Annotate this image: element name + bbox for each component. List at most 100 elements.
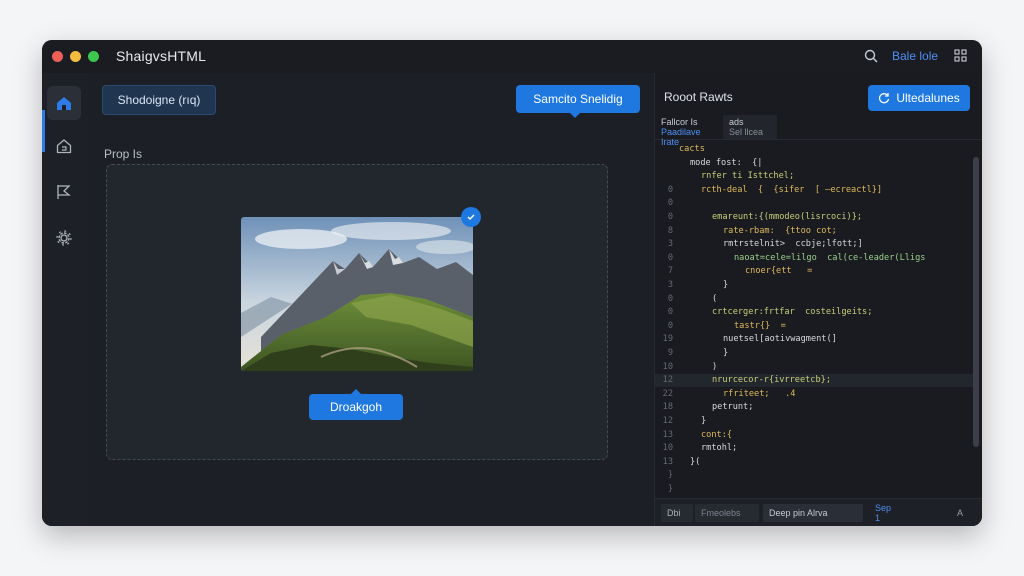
line-number: 12 (662, 375, 673, 386)
code-line[interactable]: 22 rfriteet; .4 (655, 388, 973, 401)
drop-zone[interactable]: Droakgoh (106, 164, 608, 460)
code-line[interactable]: } (655, 469, 973, 482)
code-line[interactable]: 7 cnoer{ett = (655, 265, 973, 278)
code-line[interactable]: 13 cont:{ (655, 429, 973, 442)
code-line[interactable]: 12} (655, 415, 973, 428)
mode-select-button[interactable]: Shodoigne (rıq) (102, 85, 216, 115)
tab-second-title: ads (729, 117, 744, 127)
code-text: } (723, 348, 729, 358)
sidebar-item-settings[interactable] (47, 221, 81, 255)
code-line[interactable]: 3 rmtrstelnit> ccbje;lfott;] (655, 238, 973, 251)
code-line[interactable]: 10) (655, 361, 973, 374)
flag-icon (57, 185, 71, 199)
code-line[interactable]: 13 }( (655, 456, 973, 469)
code-line[interactable]: 0 crtcerger:frtfar costeilgeits; (655, 306, 973, 319)
canvas-area: Shodoigne (rıq) Samcito Snelidig Prop Is (88, 73, 654, 526)
line-number: 8 (667, 225, 673, 236)
line-number: 10 (662, 361, 673, 372)
line-number: 13 (662, 456, 673, 467)
sidebar-active-indicator (42, 110, 45, 152)
tab-first-title: Fallcor Is (661, 117, 698, 127)
gear-icon (56, 230, 72, 246)
code-line[interactable]: 0 tastr{} = (655, 320, 973, 333)
panel-tabs: Fallcor Is Paadilave Irate ads Sel llcea (655, 115, 982, 147)
code-scrollbar[interactable] (973, 157, 979, 453)
code-text: nrurcecor-r{ivrreetcb}; (712, 375, 831, 386)
code-line[interactable]: 19 nuetsel[aotivwagment(] (655, 333, 973, 346)
code-line[interactable]: 9} (655, 347, 973, 360)
code-text: } (701, 416, 707, 426)
code-text: cont:{ (701, 429, 733, 440)
minimize-window-button[interactable] (70, 51, 81, 62)
code-line[interactable]: 8 rate-rbam: {ttoo cot; (655, 225, 973, 238)
code-editor[interactable]: cacts mode fost: {| rnfer ti Isttchel; 0 rct… (655, 143, 973, 494)
line-number: 3 (667, 239, 673, 250)
code-line[interactable]: 0 emareunt:{(mmodeo(lisrcoci)}; (655, 211, 973, 224)
code-line[interactable]: 12 nrurcecor-r{ivrreetcb}; (655, 374, 973, 388)
status-step[interactable]: Sep 1 (869, 503, 899, 523)
code-text: rfriteet; .4 (723, 388, 796, 399)
line-number: 19 (662, 334, 673, 345)
sidebar-item-home[interactable] (47, 86, 81, 120)
line-number: } (667, 484, 673, 494)
update-values-button[interactable]: Ultedalunes (868, 85, 970, 111)
sidebar-item-flag[interactable] (47, 175, 81, 209)
code-line[interactable]: 0 (655, 197, 973, 210)
code-text: }( (690, 456, 701, 467)
code-line[interactable]: 3} (655, 279, 973, 292)
line-number: 0 (667, 252, 673, 263)
maximize-window-button[interactable] (88, 51, 99, 62)
code-text: mode fost: {| (690, 157, 763, 168)
close-window-button[interactable] (52, 51, 63, 62)
code-line[interactable]: rnfer ti Isttchel; (655, 170, 973, 183)
line-number: 13 (662, 429, 673, 440)
line-number: 18 (662, 402, 673, 413)
status-format[interactable]: Fmeolebs (695, 504, 759, 522)
status-font-size[interactable]: A (951, 504, 971, 522)
settings-tooltip-button[interactable]: Samcito Snelidig (516, 85, 640, 118)
search-icon[interactable] (864, 49, 878, 63)
line-number: 0 (667, 198, 673, 209)
code-text: } (723, 280, 729, 290)
line-number: 0 (667, 293, 673, 304)
code-line[interactable]: cacts (655, 143, 973, 156)
tab-first[interactable]: Fallcor Is Paadilave Irate (655, 115, 723, 147)
code-line[interactable]: 18 petrunt; (655, 401, 973, 414)
code-text: ) (712, 361, 718, 372)
code-text: cnoer{ett = (745, 266, 813, 277)
tab-second[interactable]: ads Sel llcea (723, 115, 777, 139)
line-number: } (667, 470, 673, 481)
code-line[interactable]: } (655, 483, 973, 496)
code-text: naoat=cele=lilgo cal(ce-leader(Lligs (734, 252, 926, 263)
line-number: 10 (662, 443, 673, 454)
mountain-image[interactable] (241, 217, 473, 371)
update-values-label: Ultedalunes (896, 91, 960, 105)
image-selected-badge[interactable] (461, 207, 481, 227)
app-window: ShaigvsHTML Bale lole Shodoigne (rıq) Sa… (42, 40, 982, 526)
code-text: ( (712, 293, 718, 304)
check-icon (467, 214, 475, 221)
code-line[interactable]: 10 rmtohl; (655, 442, 973, 455)
drop-button[interactable]: Droakgoh (309, 389, 403, 420)
code-text: rmtohl; (701, 443, 738, 454)
status-bar: Dbi Fmeolebs Deep pin Alrva Sep 1 A (655, 498, 982, 526)
line-number: 0 (667, 212, 673, 222)
line-number: 12 (662, 416, 673, 426)
code-line[interactable]: 0 naoat=cele=lilgo cal(ce-leader(Lligs (655, 252, 973, 265)
status-path[interactable]: Deep pin Alrva (763, 504, 863, 522)
mountain-landscape-illustration (241, 217, 473, 371)
scrollbar-thumb[interactable] (973, 157, 979, 447)
status-mode[interactable]: Dbi (661, 504, 693, 522)
tab-second-subtitle: Sel llcea (729, 127, 764, 137)
code-text: emareunt:{(mmodeo(lisrcoci)}; (712, 212, 863, 222)
sidebar-item-house[interactable] (47, 129, 81, 163)
code-line[interactable]: 0( (655, 293, 973, 306)
grid-menu-icon[interactable] (954, 49, 968, 63)
code-text: crtcerger:frtfar costeilgeits; (712, 307, 873, 318)
titlebar-link[interactable]: Bale lole (892, 49, 938, 63)
code-line[interactable]: mode fost: {| (655, 157, 973, 170)
code-text: nuetsel[aotivwagment(] (723, 334, 837, 345)
code-line[interactable]: 0 rcth-deal { {sifer [ —ecreactl}] (655, 184, 973, 197)
code-text: rcth-deal { {sifer [ —ecreactl}] (701, 184, 883, 195)
code-text: rate-rbam: {ttoo cot; (723, 225, 837, 236)
